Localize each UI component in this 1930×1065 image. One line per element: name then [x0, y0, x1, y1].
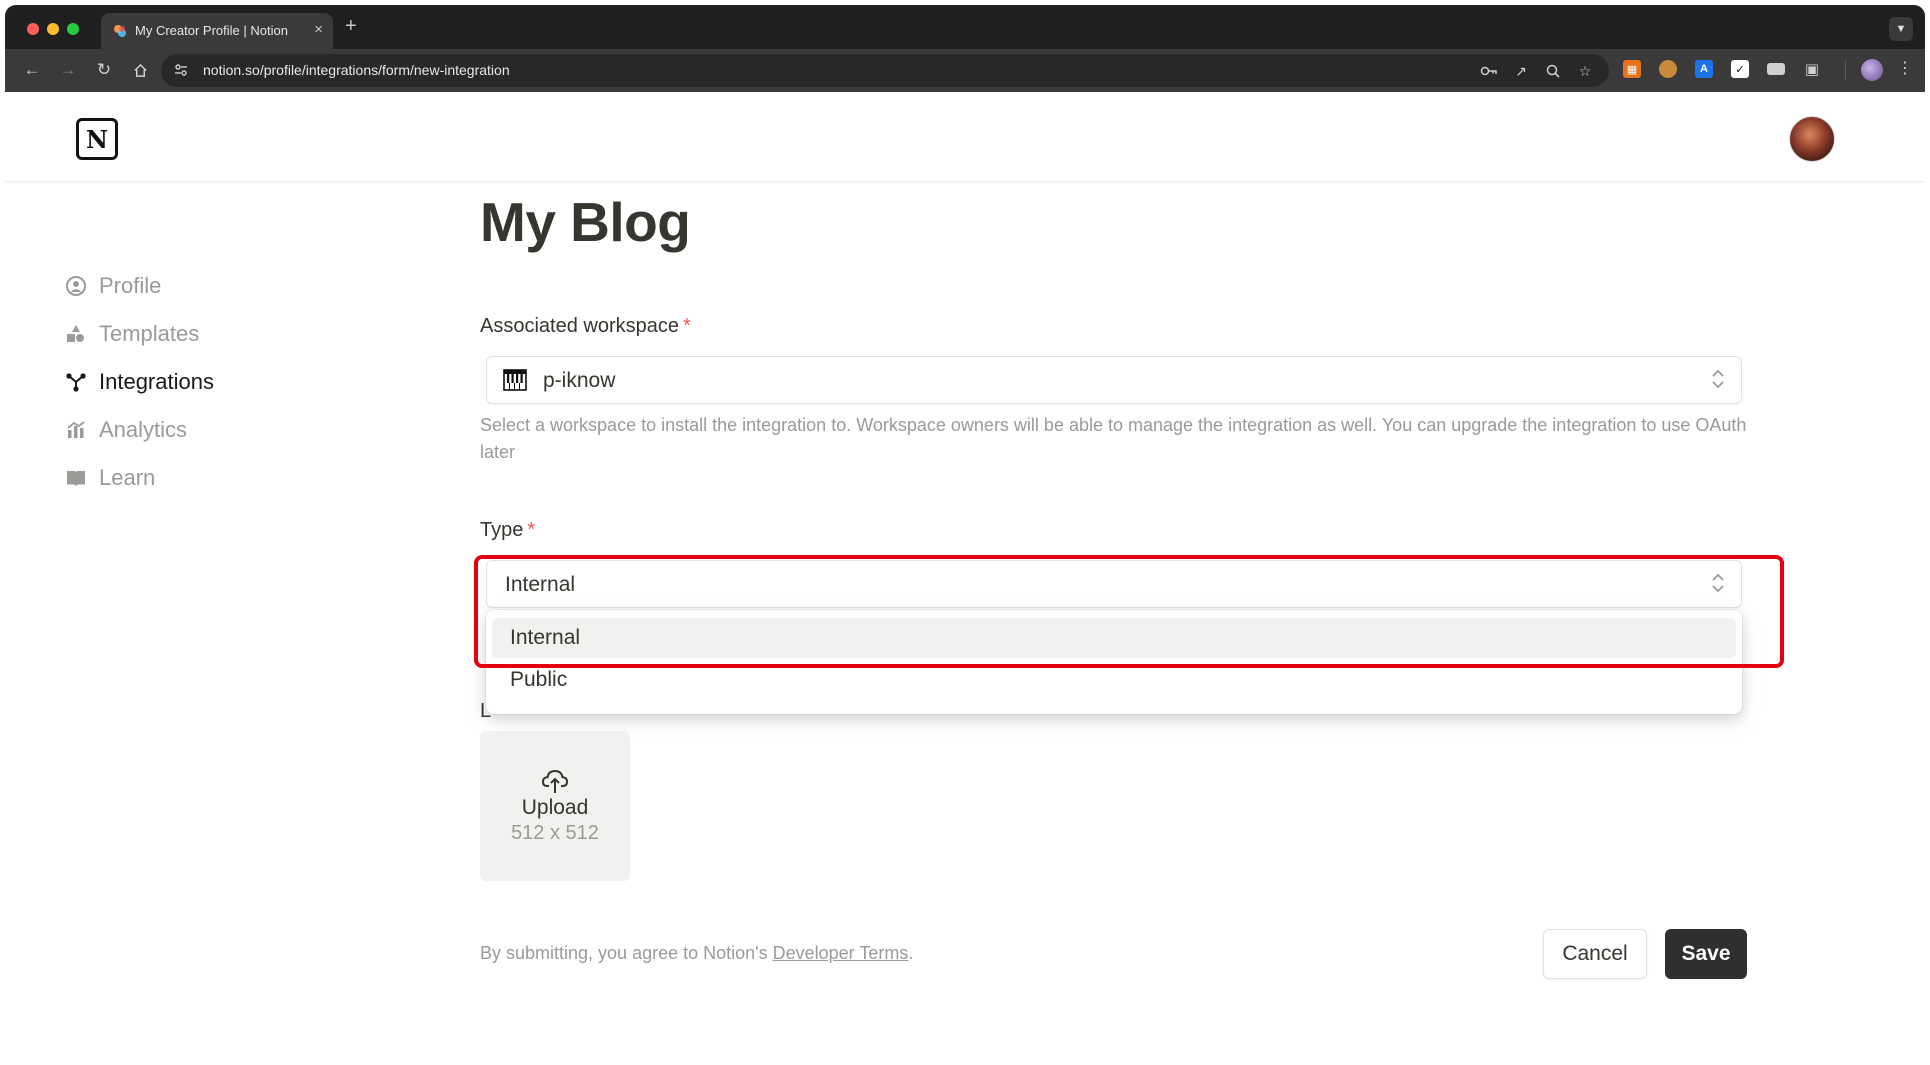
developer-terms-link[interactable]: Developer Terms: [773, 943, 909, 963]
sidebar-item-label: Templates: [99, 321, 200, 346]
forward-arrow-icon[interactable]: →: [55, 57, 81, 83]
user-avatar[interactable]: [1789, 116, 1835, 162]
cancel-button[interactable]: Cancel: [1543, 929, 1647, 979]
url-text[interactable]: notion.so/profile/integrations/form/new-…: [203, 62, 510, 78]
analytics-icon: [65, 419, 87, 441]
workspace-field-label: Associated workspace *: [480, 315, 691, 338]
notion-logo-icon[interactable]: N: [76, 118, 118, 160]
sidebar-item-label: Integrations: [99, 369, 214, 394]
open-in-new-icon[interactable]: ↗: [1511, 61, 1531, 81]
top-header: N: [5, 92, 1925, 182]
sidebar-item-analytics[interactable]: Analytics: [65, 406, 365, 454]
sidebar-item-label: Analytics: [99, 417, 188, 442]
sidebar-item-learn[interactable]: Learn: [65, 454, 365, 502]
profile-icon: [65, 275, 87, 297]
back-arrow-icon[interactable]: ←: [19, 57, 45, 83]
required-asterisk: *: [527, 519, 536, 541]
tab-strip: My Creator Profile | Notion × + ▼: [5, 5, 1925, 49]
type-label-text: Type: [480, 519, 524, 541]
notion-clipper-extension-icon[interactable]: ✓: [1731, 60, 1749, 78]
type-field-label: Type *: [480, 519, 535, 542]
workspace-select[interactable]: p-iknow: [486, 356, 1742, 404]
sidebar-item-integrations[interactable]: Integrations: [65, 358, 365, 406]
workspace-label-text: Associated workspace: [480, 315, 679, 337]
address-bar[interactable]: notion.so/profile/integrations/form/new-…: [161, 54, 1609, 87]
browser-window: My Creator Profile | Notion × + ▼ ← → ↻ …: [5, 5, 1925, 92]
chevron-up-down-icon: [1712, 369, 1724, 389]
extensions-puzzle-icon[interactable]: ▣: [1803, 60, 1821, 78]
terms-prefix: By submitting, you agree to Notion's: [480, 943, 773, 963]
home-icon[interactable]: [127, 57, 153, 83]
toolbar-divider: [1845, 61, 1846, 81]
minimize-window-button[interactable]: [47, 23, 59, 35]
upload-size-hint: 512 x 512: [511, 821, 599, 844]
reload-icon[interactable]: ↻: [91, 57, 117, 83]
piano-keys-icon: [503, 369, 527, 391]
templates-icon: [65, 323, 87, 345]
browser-profile-avatar[interactable]: [1861, 59, 1883, 81]
highlight-annotation-box: [474, 555, 1784, 668]
learn-book-icon: [65, 467, 87, 489]
password-key-icon[interactable]: [1479, 61, 1499, 81]
terms-suffix: .: [908, 943, 914, 963]
page-title: My Blog: [480, 191, 691, 253]
sidebar-item-label: Profile: [99, 273, 162, 298]
tab-close-icon[interactable]: ×: [314, 21, 323, 38]
new-tab-button[interactable]: +: [345, 15, 357, 38]
upload-label: Upload: [521, 795, 589, 819]
browser-toolbar: ← → ↻ notion.so/profile/integrations/for…: [5, 49, 1925, 92]
terms-text: By submitting, you agree to Notion's Dev…: [480, 943, 913, 964]
sidebar-item-profile[interactable]: Profile: [65, 262, 365, 310]
reader-extension-icon[interactable]: [1767, 63, 1785, 75]
sidebar-item-templates[interactable]: Templates: [65, 310, 365, 358]
maximize-window-button[interactable]: [67, 23, 79, 35]
bookmark-star-icon[interactable]: ☆: [1575, 61, 1595, 81]
browser-tab-active[interactable]: My Creator Profile | Notion ×: [101, 13, 333, 49]
sidebar-item-label: Learn: [99, 465, 156, 490]
calculator-extension-icon[interactable]: ▦: [1623, 60, 1641, 78]
workspace-help-text: Select a workspace to install the integr…: [480, 415, 1747, 462]
page-content: N Profile Templates Integrations Analyti…: [5, 92, 1925, 1060]
save-button[interactable]: Save: [1665, 929, 1747, 979]
workspace-select-value: p-iknow: [543, 369, 616, 392]
tab-search-chevron-icon[interactable]: ▼: [1889, 17, 1913, 41]
cookie-extension-icon[interactable]: [1659, 60, 1677, 78]
close-window-button[interactable]: [27, 23, 39, 35]
site-info-icon[interactable]: [173, 62, 189, 78]
zoom-icon[interactable]: [1543, 61, 1563, 81]
browser-menu-icon[interactable]: ⋮: [1897, 58, 1913, 78]
integrations-icon: [65, 371, 87, 393]
tab-title: My Creator Profile | Notion: [135, 23, 288, 38]
notion-favicon-icon: [114, 25, 126, 37]
sidebar-nav: Profile Templates Integrations Analytics…: [65, 262, 365, 502]
translate-extension-icon[interactable]: A: [1695, 60, 1713, 78]
upload-cloud-icon: [541, 769, 569, 793]
logo-upload-button[interactable]: Upload 512 x 512: [480, 731, 630, 881]
required-asterisk: *: [682, 315, 691, 337]
